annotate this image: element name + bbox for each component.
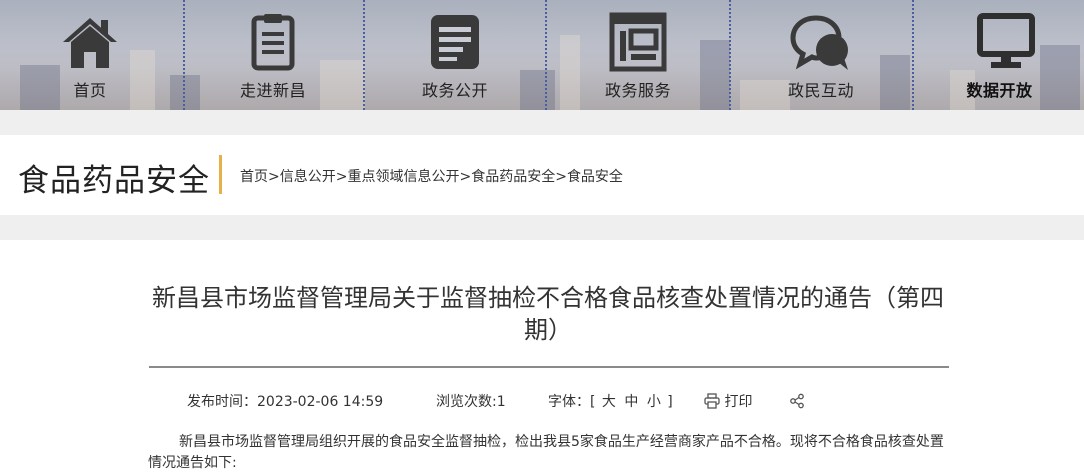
publish-time-label: 发布时间： [187, 394, 257, 410]
breadcrumb: 首页>信息公开>重点领域信息公开>食品药品安全>食品安全 [240, 166, 623, 186]
share-icon [790, 393, 804, 409]
font-size-bracket-close: ] [667, 394, 673, 410]
title-divider [149, 366, 949, 368]
printer-icon [704, 393, 720, 409]
home-icon [63, 18, 117, 68]
print-label: 打印 [724, 394, 753, 410]
share-button[interactable] [789, 393, 805, 413]
breadcrumb-info-disclosure[interactable]: 信息公开 [280, 169, 336, 185]
font-size-selector: 字体：[ 大 中 小 ] [548, 391, 673, 411]
section-title-accent-bar [219, 155, 222, 194]
breadcrumb-separator: > [335, 169, 348, 185]
nav-item-home[interactable]: 首页 [0, 0, 180, 110]
nav-item-label: 数据开放 [966, 81, 1033, 100]
font-size-small-button[interactable]: 小 [647, 394, 661, 410]
service-frame-icon [609, 12, 667, 72]
font-size-medium-button[interactable]: 中 [624, 394, 638, 410]
breadcrumb-separator: > [555, 169, 567, 185]
breadcrumb-key-areas[interactable]: 重点领域信息公开 [347, 169, 459, 185]
breadcrumb-food-drug-safety[interactable]: 食品药品安全 [471, 169, 555, 185]
monitor-icon [977, 13, 1035, 68]
view-count-label: 浏览次数: [436, 394, 497, 410]
publish-time-value: 2023-02-06 14:59 [257, 394, 384, 410]
nav-item-open-data[interactable]: 数据开放 [915, 0, 1084, 110]
font-size-label: 字体： [548, 394, 590, 410]
band-spacer-bottom [0, 215, 1084, 240]
breadcrumb-separator: > [459, 169, 472, 185]
nav-item-label: 政民互动 [787, 81, 854, 100]
nav-separator [363, 0, 365, 110]
view-count: 浏览次数:1 [436, 391, 506, 411]
breadcrumb-food-safety[interactable]: 食品安全 [567, 169, 623, 185]
clipboard-icon [251, 14, 295, 71]
nav-item-label: 政务服务 [604, 81, 671, 100]
breadcrumb-home[interactable]: 首页 [240, 169, 268, 185]
nav-item-label: 走进新昌 [239, 81, 306, 100]
breadcrumb-separator: > [268, 169, 280, 185]
chat-bubbles-icon [790, 15, 848, 70]
nav-separator [912, 0, 914, 110]
article-title: 新昌县市场监督管理局关于监督抽检不合格食品核查处置情况的通告（第四期） [152, 284, 944, 344]
nav-separator [729, 0, 731, 110]
band-spacer-top [0, 110, 1084, 135]
view-count-value: 1 [496, 394, 506, 410]
nav-item-government-services[interactable]: 政务服务 [548, 0, 728, 110]
document-icon [431, 15, 479, 69]
article-body-paragraph: 新昌县市场监督管理局组织开展的食品安全监督抽检，检出我县5家食品生产经营商家产品… [148, 434, 944, 471]
print-button[interactable]: 打印 [704, 391, 752, 411]
nav-item-interaction[interactable]: 政民互动 [732, 0, 910, 110]
nav-separator [545, 0, 547, 110]
publish-time: 发布时间：2023-02-06 14:59 [187, 391, 383, 411]
font-size-bracket-open: [ [590, 394, 596, 410]
nav-item-label: 政务公开 [421, 81, 488, 100]
font-size-large-button[interactable]: 大 [602, 394, 616, 410]
nav-item-open-government[interactable]: 政务公开 [366, 0, 544, 110]
nav-item-about[interactable]: 走进新昌 [184, 0, 362, 110]
nav-item-label: 首页 [73, 81, 107, 100]
section-title: 食品药品安全 [18, 163, 210, 199]
top-navigation: 首页 走进新昌 政务公开 政务服务 政民互动 数据开放 [0, 0, 1084, 110]
